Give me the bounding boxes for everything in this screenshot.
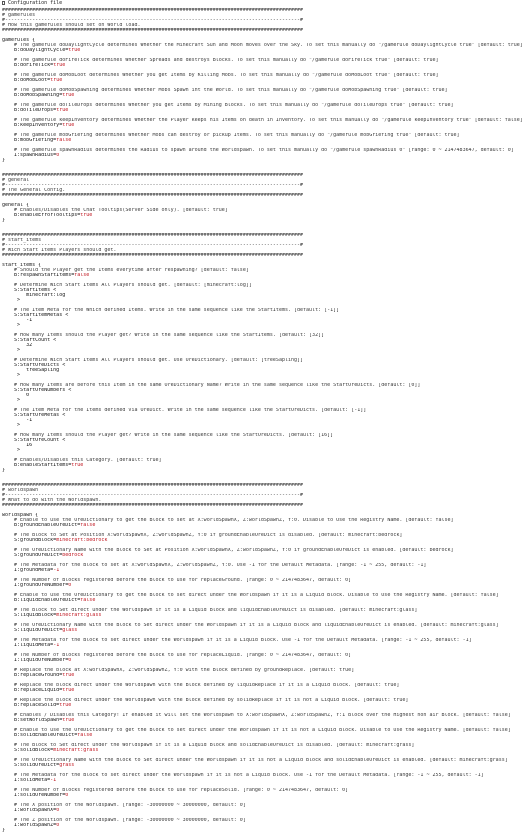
config-key: B:solidEnableOreDict= xyxy=(2,733,78,738)
config-value[interactable]: glass xyxy=(62,628,77,633)
config-value[interactable]: -1 xyxy=(50,778,56,783)
config-key: B:mobGriefing= xyxy=(2,138,57,143)
config-key: I:solidOreNumber= xyxy=(2,793,66,798)
config-key: B:enableErrorTooltips= xyxy=(2,213,81,218)
config-key: B:replaceLiquid= xyxy=(2,688,63,693)
config-line: } xyxy=(2,828,6,833)
config-key: B:enableStartItems= xyxy=(2,463,72,468)
config-value[interactable]: minecraft:grass xyxy=(53,748,98,753)
config-value[interactable]: false xyxy=(56,138,71,143)
config-key: I:liquidMeta= xyxy=(2,643,54,648)
config-key: B:doDaylightCycle= xyxy=(2,48,69,53)
config-key: I:worldSpawnZ= xyxy=(2,823,57,828)
config-comment: # The gamerule spawnRadius determines th… xyxy=(2,148,514,153)
config-comment: # The OreDictionary Name with the Block … xyxy=(2,758,508,763)
config-value[interactable]: false xyxy=(80,523,95,528)
config-comment: # Enables / Disables this Category! If e… xyxy=(2,713,511,718)
config-value[interactable]: minecraft:bedrock xyxy=(56,538,107,543)
config-comment: # The Metadata for the Block to set dire… xyxy=(2,638,472,643)
config-key: B:replaceGround= xyxy=(2,673,63,678)
config-value[interactable]: 0 xyxy=(56,823,59,828)
window-title: Configuration file xyxy=(8,0,63,6)
config-value[interactable]: true xyxy=(71,463,83,468)
config-value[interactable]: true xyxy=(56,108,68,113)
config-value[interactable]: false xyxy=(74,273,89,278)
config-value[interactable]: 0 xyxy=(56,808,59,813)
config-value[interactable]: -1 xyxy=(53,568,59,573)
config-value[interactable]: 0 xyxy=(56,153,59,158)
config-key: B:respawnStartItems= xyxy=(2,273,75,278)
config-value[interactable]: false xyxy=(80,598,95,603)
config-key: S:solidOreDict= xyxy=(2,763,60,768)
config-value[interactable]: true xyxy=(53,63,65,68)
config-comment: # The gamerule mobGriefing determines Wh… xyxy=(2,133,460,138)
config-value[interactable]: grass xyxy=(59,763,74,768)
config-value[interactable]: true xyxy=(62,688,74,693)
config-value[interactable]: minecraft:glass xyxy=(56,613,101,618)
config-key: S:solidBlock= xyxy=(2,748,54,753)
config-key: S:liquidOreDict= xyxy=(2,628,63,633)
config-key: B:doFireTick= xyxy=(2,63,54,68)
config-value[interactable]: -1 xyxy=(53,643,59,648)
document-icon xyxy=(2,1,5,5)
config-value[interactable]: true xyxy=(80,213,92,218)
config-key: B:replaceSolid= xyxy=(2,703,60,708)
window-title-bar: Configuration file xyxy=(0,0,527,6)
config-key: I:spawnRadius= xyxy=(2,153,57,158)
config-value[interactable]: true xyxy=(68,48,80,53)
config-comment: # The OreDictionary Name with the Block … xyxy=(2,623,499,628)
config-key: I:liquidOreNumber= xyxy=(2,658,69,663)
config-value[interactable]: true xyxy=(62,93,74,98)
config-value[interactable]: true xyxy=(50,78,62,83)
config-key: B:setWorldSpawn= xyxy=(2,718,63,723)
config-value[interactable]: true xyxy=(62,123,74,128)
config-value[interactable]: 0 xyxy=(68,583,71,588)
config-comment: # The gamerule doDaylightCycle determine… xyxy=(2,43,523,48)
config-key: B:doMobSpawning= xyxy=(2,93,63,98)
config-comment: # The Metadata for the Block to set dire… xyxy=(2,773,484,778)
config-text-area[interactable]: ########################################… xyxy=(2,8,527,833)
config-value[interactable]: bedrock xyxy=(62,553,83,558)
config-comment: # The gamerule doTileDrops determines Wh… xyxy=(2,103,454,108)
config-key: B:liquidEnableOreDict= xyxy=(2,598,81,603)
config-value[interactable]: 0 xyxy=(65,793,68,798)
config-key: S:groundOreDict= xyxy=(2,553,63,558)
config-key: I:groundOreNumber= xyxy=(2,583,69,588)
config-key: I:worldSpawnX= xyxy=(2,808,57,813)
config-key: I:solidMeta= xyxy=(2,778,51,783)
config-value[interactable]: false xyxy=(77,733,92,738)
config-key: B:doMobLoot= xyxy=(2,78,51,83)
config-comment: # The gamerule keepInventory determines … xyxy=(2,118,523,123)
config-key: S:liquidBlock= xyxy=(2,613,57,618)
config-value[interactable]: 0 xyxy=(68,658,71,663)
config-key: I:groundMeta= xyxy=(2,568,54,573)
config-value[interactable]: true xyxy=(62,673,74,678)
config-key: S:groundBlock= xyxy=(2,538,57,543)
config-value[interactable]: true xyxy=(62,718,74,723)
config-value[interactable]: true xyxy=(59,703,71,708)
config-key: B:keepInventory= xyxy=(2,123,63,128)
config-key: B:groundEnableOreDict= xyxy=(2,523,81,528)
config-key: B:doTileDrops= xyxy=(2,108,57,113)
